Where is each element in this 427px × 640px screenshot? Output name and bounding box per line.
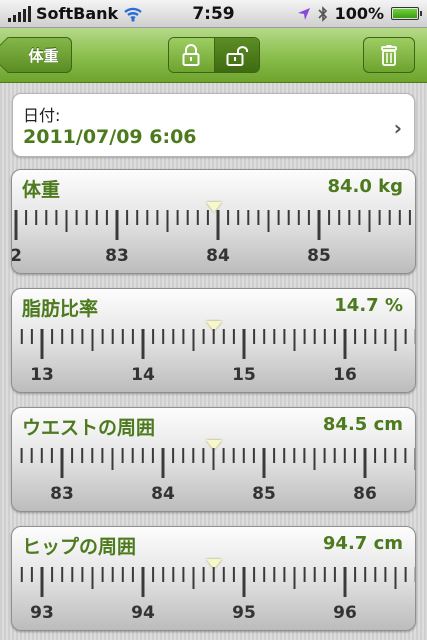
ruler-scale[interactable]: 2 83 84 85 8 — [12, 210, 416, 272]
tick-label: 94 — [131, 603, 155, 623]
lock-icon — [182, 44, 200, 66]
lock-segmented-control[interactable] — [168, 37, 260, 73]
unlock-icon — [226, 46, 248, 66]
tick-label: 83 — [50, 484, 74, 504]
status-right: 100% — [297, 4, 422, 23]
tick-label: 15 — [232, 365, 256, 385]
weight-gauge[interactable]: 体重 84.0 kg 2 83 84 85 8 — [11, 169, 416, 274]
chevron-right-icon: › — [393, 116, 402, 140]
tick-label: 14 — [131, 365, 155, 385]
date-row[interactable]: 日付: 2011/07/09 6:06 › — [12, 93, 415, 157]
ruler-scale[interactable]: 13 14 15 16 — [12, 329, 416, 391]
tick-label: 8 — [414, 246, 416, 266]
bluetooth-icon — [317, 5, 327, 22]
ruler-scale[interactable]: 83 84 85 86 — [12, 448, 416, 510]
tick-label: 85 — [307, 246, 331, 266]
tick-label: 84 — [151, 484, 175, 504]
tick-label: 83 — [105, 246, 129, 266]
battery-icon — [391, 7, 422, 20]
back-button-label: 体重 — [28, 46, 59, 65]
tick-label: 13 — [30, 365, 54, 385]
battery-fill — [393, 9, 417, 18]
gauge-value: 14.7 % — [334, 295, 403, 316]
delete-button[interactable] — [363, 37, 415, 73]
tick-label: 96 — [333, 603, 357, 623]
tick-label: 16 — [333, 365, 357, 385]
gauge-value: 84.5 cm — [322, 414, 403, 435]
toolbar: 体重 — [0, 28, 427, 83]
waist-gauge[interactable]: ウエストの周囲 84.5 cm 83 84 85 86 — [11, 407, 416, 512]
tick-label: 85 — [252, 484, 276, 504]
date-value: 2011/07/09 6:06 — [23, 126, 197, 148]
gauge-label: 体重 — [22, 179, 61, 201]
body-fat-gauge[interactable]: 脂肪比率 14.7 % 13 14 15 16 — [11, 288, 416, 393]
battery-percent: 100% — [334, 4, 384, 23]
status-bar: SoftBank 7:59 100% — [0, 0, 427, 28]
content-area: 日付: 2011/07/09 6:06 › 体重 84.0 kg 2 83 84 85… — [0, 83, 427, 640]
gauge-value: 94.7 cm — [322, 533, 403, 554]
hip-gauge[interactable]: ヒップの周囲 94.7 cm 93 94 95 96 — [11, 526, 416, 631]
tick-label: 2 — [12, 246, 22, 266]
tick-label: 93 — [30, 603, 54, 623]
lock-segment[interactable] — [169, 38, 214, 72]
back-button[interactable]: 体重 — [8, 37, 72, 73]
gauge-label: ウエストの周囲 — [22, 417, 156, 439]
date-label: 日付: — [23, 106, 61, 125]
location-icon — [297, 7, 310, 20]
tick-label: 95 — [232, 603, 256, 623]
tick-label: 84 — [206, 246, 230, 266]
ruler-scale[interactable]: 93 94 95 96 — [12, 567, 416, 629]
unlock-segment[interactable] — [213, 38, 259, 72]
gauge-value: 84.0 kg — [327, 176, 403, 197]
tick-label: 86 — [353, 484, 377, 504]
gauge-label: 脂肪比率 — [22, 298, 99, 320]
trash-icon — [381, 45, 397, 66]
gauge-label: ヒップの周囲 — [22, 536, 137, 558]
